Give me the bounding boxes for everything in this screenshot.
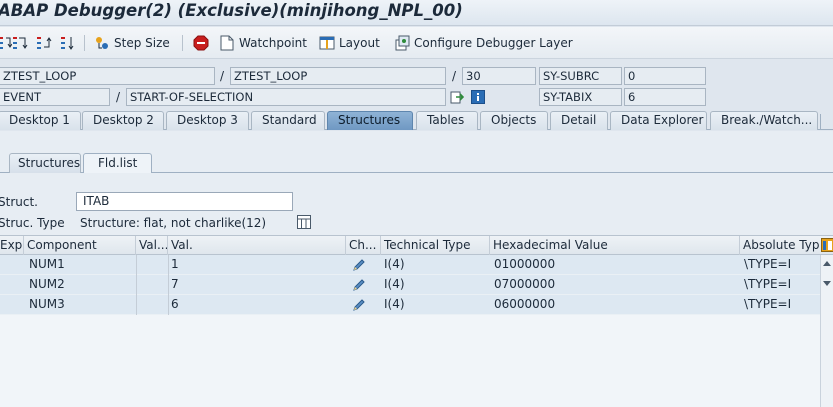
component-cell: NUM3: [29, 297, 65, 311]
edit-pencil-icon[interactable]: [352, 258, 366, 272]
hex-value-cell: 07000000: [494, 277, 556, 291]
absolute-type-cell[interactable]: \TYPE=I: [741, 295, 791, 314]
sy-tabix-value: 6: [624, 88, 706, 106]
scroll-down-icon[interactable]: [823, 281, 831, 286]
stop-button[interactable]: [193, 33, 209, 53]
title-bar: ABAP Debugger(2) (Exclusive)(minjihong_N…: [0, 0, 833, 26]
context-fields: ZTEST_LOOP / ZTEST_LOOP / 30 SY-SUBRC 0 …: [0, 60, 833, 110]
stop-icon: [193, 35, 209, 51]
col-component[interactable]: Component: [24, 236, 136, 255]
edit-pencil-icon[interactable]: [352, 278, 366, 292]
col-val[interactable]: Val.: [168, 236, 346, 255]
struct-input[interactable]: ITAB: [76, 192, 293, 211]
column-divider: [168, 255, 169, 315]
tab-standard[interactable]: Standard: [251, 111, 325, 130]
event-type-field: EVENT: [0, 88, 110, 106]
component-cell: NUM2: [29, 277, 65, 291]
toolbar-separator: [84, 35, 85, 51]
step-size-label: Step Size: [114, 36, 170, 50]
technical-type-cell: I(4): [384, 297, 405, 311]
subtab-structures[interactable]: Structures: [9, 153, 81, 173]
edit-pencil-icon[interactable]: [352, 298, 366, 312]
table-row[interactable]: NUM3 6 I(4) 06000000 \TYPE=I: [0, 295, 820, 315]
configure-layer-button[interactable]: Configure Debugger Layer: [394, 33, 573, 53]
program-field: ZTEST_LOOP: [0, 67, 215, 85]
step-over-icon[interactable]: [12, 33, 28, 53]
column-settings-icon[interactable]: [821, 238, 833, 252]
value-cell[interactable]: 1: [168, 255, 179, 274]
grid-header: Exp. Component Val... Val. Ch... Technic…: [0, 235, 833, 255]
include-field: ZTEST_LOOP: [230, 67, 446, 85]
table-row[interactable]: NUM1 1 I(4) 01000000 \TYPE=I: [0, 255, 820, 275]
return-icon[interactable]: [36, 33, 52, 53]
technical-type-cell: I(4): [384, 257, 405, 271]
component-cell: NUM1: [29, 257, 65, 271]
tab-data-explorer[interactable]: Data Explorer: [610, 111, 707, 130]
configure-layer-icon: [394, 35, 410, 51]
tab-structures[interactable]: Structures: [327, 111, 413, 130]
grid-vertical-scrollbar[interactable]: [820, 255, 833, 407]
step-into-icon[interactable]: [0, 33, 12, 53]
separator-slash: /: [220, 69, 225, 83]
col-change[interactable]: Ch...: [346, 236, 381, 255]
col-val-short[interactable]: Val...: [136, 236, 168, 255]
hex-value-cell: 06000000: [494, 297, 556, 311]
struct-type-value: Structure: flat, not charlike(12): [80, 216, 267, 230]
value-cell[interactable]: 7: [168, 275, 179, 294]
scroll-up-icon[interactable]: [823, 261, 831, 266]
tab-detail[interactable]: Detail: [550, 111, 608, 130]
column-divider: [136, 255, 137, 315]
main-tab-strip: Desktop 1 Desktop 2 Desktop 3 Standard S…: [0, 110, 833, 130]
col-absolute-type[interactable]: Absolute Type: [740, 236, 820, 255]
tab-tables[interactable]: Tables: [416, 111, 478, 130]
tab-desktop-3[interactable]: Desktop 3: [166, 111, 249, 130]
sy-subrc-label: SY-SUBRC: [539, 67, 622, 85]
struct-label: Struct.: [0, 195, 38, 209]
info-icon[interactable]: [471, 90, 485, 104]
sy-subrc-value: 0: [624, 67, 706, 85]
structures-panel: Structures Fld.list Struct. ITAB Struc. …: [0, 131, 833, 407]
layout-label: Layout: [339, 36, 380, 50]
step-size-button[interactable]: Step Size: [94, 33, 170, 53]
absolute-type-cell[interactable]: \TYPE=I: [741, 255, 791, 274]
line-field: 30: [462, 67, 536, 85]
layout-icon: [319, 35, 335, 51]
tab-objects[interactable]: Objects: [480, 111, 548, 130]
tab-desktop-1[interactable]: Desktop 1: [0, 111, 81, 130]
tab-scroll-marker: [820, 114, 823, 130]
col-hex-value[interactable]: Hexadecimal Value: [490, 236, 740, 255]
navigate-icon[interactable]: [450, 90, 465, 104]
col-exp[interactable]: Exp.: [0, 236, 24, 255]
field-list-grid: Exp. Component Val... Val. Ch... Technic…: [0, 235, 833, 407]
watchpoint-button[interactable]: Watchpoint: [219, 33, 307, 53]
step-size-icon: [94, 35, 110, 51]
watchpoint-label: Watchpoint: [239, 36, 307, 50]
sy-tabix-label: SY-TABIX: [539, 88, 622, 106]
separator-slash: /: [116, 90, 121, 104]
configure-layer-label: Configure Debugger Layer: [414, 36, 573, 50]
watchpoint-icon: [219, 35, 235, 51]
table-settings-icon[interactable]: [297, 215, 311, 229]
toolbar-separator: [182, 35, 183, 51]
technical-type-cell: I(4): [384, 277, 405, 291]
absolute-type-cell[interactable]: \TYPE=I: [741, 275, 791, 294]
layout-button[interactable]: Layout: [319, 33, 380, 53]
sub-tab-strip: Structures Fld.list: [0, 151, 833, 173]
event-name-field: START-OF-SELECTION: [126, 88, 446, 106]
table-row[interactable]: NUM2 7 I(4) 07000000 \TYPE=I: [0, 275, 820, 295]
continue-icon[interactable]: [60, 33, 76, 53]
struct-type-label: Struc. Type: [0, 216, 65, 230]
tab-break-watch[interactable]: Break./Watch...: [710, 111, 818, 130]
tab-desktop-2[interactable]: Desktop 2: [82, 111, 164, 130]
toolbar: Step Size Watchpoint Layout Configure De…: [0, 27, 833, 59]
subtab-fld-list[interactable]: Fld.list: [83, 153, 152, 173]
separator-slash: /: [452, 69, 457, 83]
window-title: ABAP Debugger(2) (Exclusive)(minjihong_N…: [0, 1, 463, 20]
col-technical-type[interactable]: Technical Type: [381, 236, 490, 255]
value-cell[interactable]: 6: [168, 295, 179, 314]
hex-value-cell: 01000000: [494, 257, 556, 271]
